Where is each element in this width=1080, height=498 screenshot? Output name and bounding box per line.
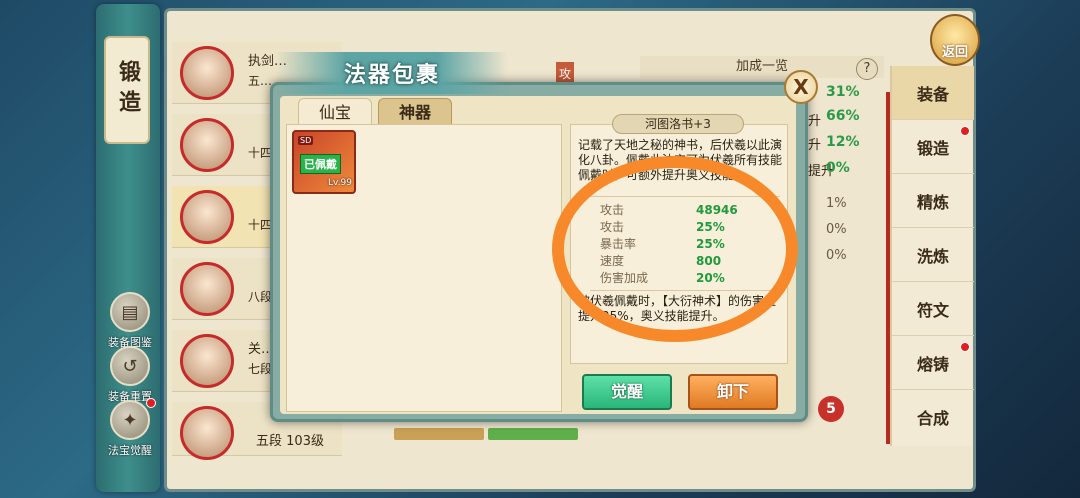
equipped-badge: 已佩戴 bbox=[300, 154, 341, 174]
count-badge: 5 bbox=[818, 396, 844, 422]
equipment-reset-button[interactable]: ↺ 装备重置 bbox=[108, 346, 152, 404]
tab-shenqi[interactable]: 神器 bbox=[378, 98, 452, 126]
bonus-small-value: 0% bbox=[826, 248, 847, 263]
hero-avatar bbox=[180, 46, 234, 100]
tab-reforge[interactable]: 洗炼 bbox=[892, 228, 974, 282]
hero-avatar bbox=[180, 334, 234, 388]
item-slot[interactable]: SD 已佩戴 Lv.99 bbox=[292, 130, 356, 194]
tab-refine[interactable]: 精炼 bbox=[892, 174, 974, 228]
bonus-value: 0% bbox=[826, 160, 850, 176]
unequip-button[interactable]: 卸下 bbox=[688, 374, 778, 410]
notification-dot bbox=[146, 398, 156, 408]
bonus-value: 12% bbox=[826, 134, 860, 150]
tab-rune[interactable]: 符文 bbox=[892, 282, 974, 336]
bottom-hero-info: 五段 103级 bbox=[256, 434, 324, 449]
highlight-ring bbox=[552, 156, 798, 342]
item-level: Lv.99 bbox=[328, 178, 352, 188]
gold-bar bbox=[394, 428, 484, 440]
tab-equipment[interactable]: 装备 bbox=[892, 66, 974, 120]
tab-forge[interactable]: 锻造 bbox=[892, 120, 974, 174]
bonus-small-value: 0% bbox=[826, 222, 847, 237]
awaken-icon: ✦ bbox=[110, 400, 150, 440]
awaken-button[interactable]: 觉醒 bbox=[582, 374, 672, 410]
green-bar bbox=[488, 428, 578, 440]
item-name: 河图洛书+3 bbox=[612, 114, 744, 134]
right-tab-menu: 装备 锻造 精炼 洗炼 符文 熔铸 合成 bbox=[890, 66, 974, 446]
notification-dot bbox=[960, 342, 970, 352]
help-icon[interactable]: ? bbox=[856, 58, 878, 80]
bonus-value: 31% bbox=[826, 84, 860, 100]
equipment-catalog-button[interactable]: ▤ 装备图鉴 bbox=[108, 292, 152, 350]
hero-avatar bbox=[180, 262, 234, 316]
tab-xianbao[interactable]: 仙宝 bbox=[298, 98, 372, 126]
book-icon: ▤ bbox=[110, 292, 150, 332]
hero-avatar bbox=[180, 406, 234, 460]
bonus-overview-header: 加成一览 bbox=[640, 56, 884, 78]
tab-smelt[interactable]: 熔铸 bbox=[892, 336, 974, 390]
bonus-value: 66% bbox=[826, 108, 860, 124]
close-icon[interactable]: X bbox=[784, 70, 818, 104]
bonus-small-value: 1% bbox=[826, 196, 847, 211]
notification-dot bbox=[960, 126, 970, 136]
return-button[interactable]: 返回 bbox=[930, 14, 980, 66]
reset-icon: ↺ bbox=[110, 346, 150, 386]
hero-avatar bbox=[180, 190, 234, 244]
forge-title: 锻造 bbox=[104, 36, 150, 144]
tab-synthesize[interactable]: 合成 bbox=[892, 390, 974, 444]
hero-avatar bbox=[180, 118, 234, 172]
treasure-awaken-button[interactable]: ✦ 法宝觉醒 bbox=[108, 400, 152, 458]
modal-title: 法器包裹 bbox=[276, 52, 508, 94]
